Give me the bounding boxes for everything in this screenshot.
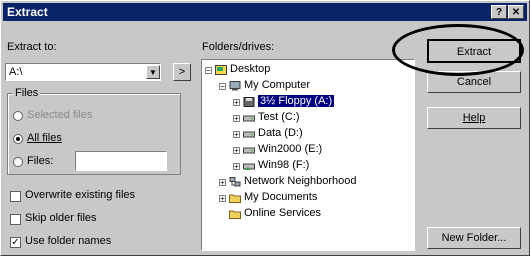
close-button[interactable]: ✕ bbox=[508, 5, 524, 19]
folder-icon bbox=[229, 194, 241, 203]
selected-files-label: Selected files bbox=[27, 109, 93, 121]
desktop-icon bbox=[215, 65, 227, 75]
all-files-label: All files bbox=[27, 132, 62, 144]
overwrite-checkbox[interactable] bbox=[10, 191, 21, 202]
drive-icon bbox=[243, 115, 255, 122]
tree-item-desktop[interactable]: Desktop bbox=[230, 63, 270, 75]
extract-to-value: A:\ bbox=[9, 66, 23, 78]
network-icon bbox=[229, 177, 241, 187]
tree-item-floppy-a[interactable]: 3½ Floppy (A:) bbox=[258, 95, 335, 107]
folders-tree[interactable]: − Desktop − My Computer + 3½ Floppy (A:)… bbox=[201, 59, 415, 251]
drive-icon bbox=[243, 147, 255, 154]
files-label: Files: bbox=[27, 155, 54, 167]
all-files-radio[interactable] bbox=[13, 134, 23, 144]
tree-item-online-services[interactable]: Online Services bbox=[244, 207, 321, 219]
files-input[interactable] bbox=[75, 151, 167, 171]
expand-icon[interactable]: + bbox=[219, 179, 226, 187]
expand-icon[interactable]: + bbox=[233, 147, 240, 155]
folders-drives-label: Folders/drives: bbox=[202, 41, 275, 53]
folder-icon bbox=[229, 210, 241, 219]
use-folder-names-label: Use folder names bbox=[25, 235, 112, 247]
skip-older-label: Skip older files bbox=[25, 212, 97, 224]
tree-item-win98-f[interactable]: Win98 (F:) bbox=[258, 159, 309, 171]
help-button[interactable]: Help bbox=[427, 107, 521, 129]
files-radio[interactable] bbox=[13, 157, 23, 167]
selected-files-radio[interactable] bbox=[13, 111, 23, 121]
extract-to-label: Extract to: bbox=[7, 41, 57, 53]
collapse-icon[interactable]: − bbox=[205, 67, 212, 75]
tree-item-my-documents[interactable]: My Documents bbox=[244, 191, 317, 203]
use-folder-names-checkbox[interactable]: ✓ bbox=[10, 237, 21, 248]
tree-item-test-c[interactable]: Test (C:) bbox=[258, 111, 300, 123]
floppy-icon bbox=[243, 97, 255, 107]
computer-icon bbox=[229, 81, 241, 91]
highlight-ellipse bbox=[392, 24, 524, 76]
tree-item-data-d[interactable]: Data (D:) bbox=[258, 127, 303, 139]
collapse-icon[interactable]: − bbox=[219, 83, 226, 91]
new-folder-button[interactable]: New Folder... bbox=[427, 227, 521, 249]
extract-dialog: Extract ? ✕ Extract to: A:\ ▼ > Files Se… bbox=[0, 0, 530, 256]
extract-to-combobox[interactable]: A:\ ▼ bbox=[5, 63, 161, 81]
expand-icon[interactable]: + bbox=[233, 163, 240, 171]
drive-icon bbox=[243, 131, 255, 138]
expand-icon[interactable]: + bbox=[233, 131, 240, 139]
tree-item-my-computer[interactable]: My Computer bbox=[244, 79, 310, 91]
skip-older-checkbox[interactable] bbox=[10, 214, 21, 225]
files-group-title: Files bbox=[13, 87, 41, 99]
tree-item-win2000-e[interactable]: Win2000 (E:) bbox=[258, 143, 322, 155]
window-title: Extract bbox=[7, 5, 48, 19]
shared-drive-icon bbox=[243, 163, 255, 170]
expand-icon[interactable]: + bbox=[219, 195, 226, 203]
dropdown-arrow-icon[interactable]: ▼ bbox=[146, 65, 160, 79]
help-title-button[interactable]: ? bbox=[491, 5, 507, 19]
browse-arrow-button[interactable]: > bbox=[173, 63, 191, 81]
expand-icon[interactable]: + bbox=[233, 99, 240, 107]
tree-item-network-neighborhood[interactable]: Network Neighborhood bbox=[244, 175, 357, 187]
overwrite-label: Overwrite existing files bbox=[25, 189, 136, 201]
expand-icon[interactable]: + bbox=[233, 115, 240, 123]
title-bar: Extract ? ✕ bbox=[3, 3, 527, 21]
